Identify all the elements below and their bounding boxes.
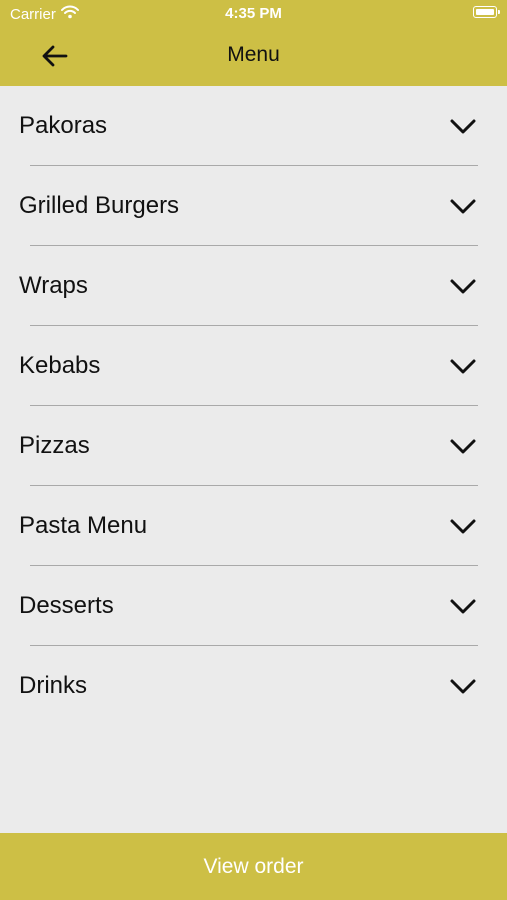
chevron-down-icon: [450, 599, 476, 614]
chevron-down-icon: [450, 119, 476, 134]
chevron-down-icon: [450, 199, 476, 214]
menu-category-label: Kebabs: [19, 352, 101, 379]
menu-category-row[interactable]: Pizzas: [0, 406, 507, 486]
view-order-button[interactable]: View order: [0, 833, 507, 900]
chevron-down-icon: [450, 279, 476, 294]
menu-category-row[interactable]: Pakoras: [0, 86, 507, 166]
menu-category-label: Wraps: [19, 272, 88, 299]
page-title: Menu: [227, 43, 280, 66]
battery-icon: [473, 6, 500, 18]
menu-category-row[interactable]: Drinks: [0, 646, 507, 726]
chevron-down-icon: [450, 519, 476, 534]
menu-category-row[interactable]: Wraps: [0, 246, 507, 326]
status-bar: Carrier 4:35 PM: [0, 0, 507, 28]
chevron-down-icon: [450, 439, 476, 454]
menu-category-label: Pakoras: [19, 112, 108, 139]
chevron-down-icon: [450, 359, 476, 374]
menu-category-label: Desserts: [19, 592, 114, 619]
menu-category-label: Pizzas: [19, 432, 90, 459]
menu-category-label: Drinks: [19, 672, 88, 699]
chevron-down-icon: [450, 679, 476, 694]
status-time: 4:35 PM: [225, 5, 282, 22]
menu-category-label: Grilled Burgers: [19, 192, 180, 219]
menu-category-row[interactable]: Pasta Menu: [0, 486, 507, 566]
nav-header: Carrier 4:35 PM Menu: [0, 0, 507, 86]
menu-category-row[interactable]: Desserts: [0, 566, 507, 646]
menu-category-row[interactable]: Grilled Burgers: [0, 166, 507, 246]
menu-category-row[interactable]: Kebabs: [0, 326, 507, 406]
menu-category-label: Pasta Menu: [19, 512, 148, 539]
menu-category-list: Pakoras Grilled Burgers Wraps Kebabs Piz…: [0, 86, 507, 726]
